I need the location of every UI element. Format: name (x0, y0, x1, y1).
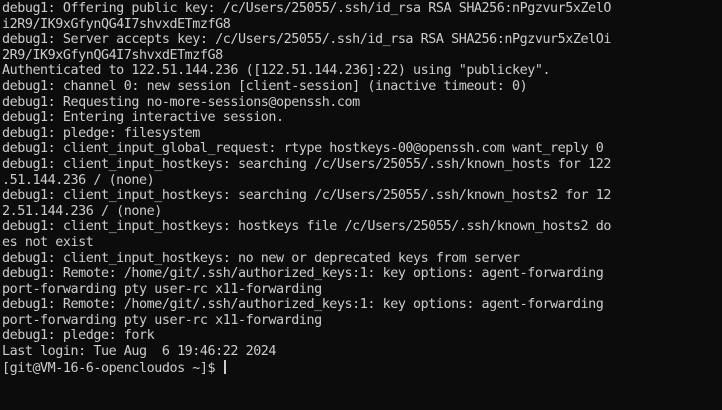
terminal-window[interactable]: debug1: Offering public key: /c/Users/25… (0, 0, 722, 410)
terminal-line: port-forwarding pty user-rc x11-forwardi… (2, 281, 322, 297)
terminal-line: debug1: Entering interactive session. (2, 110, 284, 126)
terminal-line: i2R9/IK9xGfynQG4I7shvxdETmzfG8 (2, 16, 231, 32)
shell-prompt: [git@VM-16-6-opencloudos ~]$ (2, 360, 223, 376)
terminal-line: Authenticated to 122.51.144.236 ([122.51… (2, 63, 551, 79)
terminal-line: Last login: Tue Aug 6 19:46:22 2024 (2, 344, 277, 360)
terminal-output: debug1: Offering public key: /c/Users/25… (2, 1, 720, 360)
terminal-line: 2R9/IK9xGfynQG4I7shvxdETmzfG8 (2, 47, 223, 63)
terminal-input-line[interactable]: [git@VM-16-6-opencloudos ~]$ (2, 359, 720, 376)
terminal-line: debug1: client_input_hostkeys: searching… (2, 188, 611, 204)
terminal-line: debug1: client_input_global_request: rty… (2, 141, 604, 157)
terminal-line: debug1: pledge: fork (2, 328, 155, 344)
terminal-line: port-forwarding pty user-rc x11-forwardi… (2, 312, 322, 328)
terminal-line: debug1: Server accepts key: /c/Users/250… (2, 32, 611, 48)
terminal-line: debug1: client_input_hostkeys: hostkeys … (2, 219, 611, 235)
terminal-line: es not exist (2, 234, 94, 250)
terminal-line: debug1: Remote: /home/git/.ssh/authorize… (2, 266, 604, 282)
terminal-line: .51.144.236 / (none) (2, 172, 155, 188)
terminal-line: 2.51.144.236 / (none) (2, 203, 162, 219)
terminal-line: debug1: Requesting no-more-sessions@open… (2, 94, 360, 110)
terminal-line: debug1: client_input_hostkeys: searching… (2, 156, 611, 172)
terminal-line: debug1: Offering public key: /c/Users/25… (2, 1, 611, 16)
terminal-line: debug1: client_input_hostkeys: no new or… (2, 250, 520, 266)
terminal-line: debug1: pledge: filesystem (2, 125, 200, 141)
terminal-line: debug1: Remote: /home/git/.ssh/authorize… (2, 297, 604, 313)
text-cursor (223, 359, 226, 374)
terminal-line: debug1: channel 0: new session [client-s… (2, 78, 528, 94)
